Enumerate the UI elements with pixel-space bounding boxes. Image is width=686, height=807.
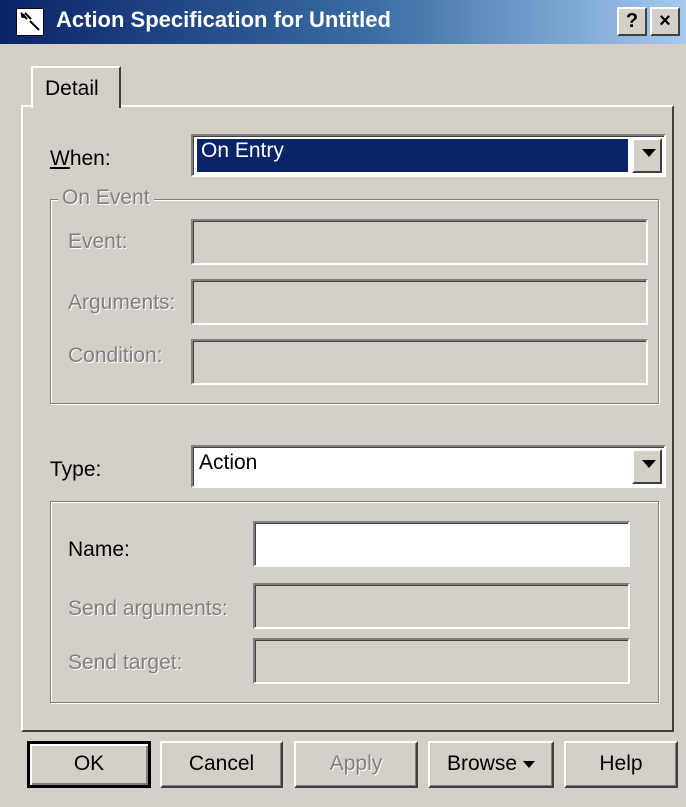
when-value: On Entry (201, 139, 284, 162)
action-spec-icon (16, 8, 44, 36)
tab-detail[interactable]: Detail (31, 66, 121, 108)
when-selected-value: On Entry (197, 139, 628, 172)
chevron-down-icon (642, 460, 656, 468)
when-label: When: (50, 147, 111, 170)
cancel-button[interactable]: Cancel (160, 741, 283, 788)
tab-detail-label: Detail (45, 77, 99, 100)
ok-button[interactable]: OK (27, 741, 151, 788)
event-label: Event: (68, 230, 128, 253)
send-arguments-field[interactable] (253, 583, 630, 629)
event-field[interactable] (191, 219, 648, 265)
when-dropdown-button[interactable] (632, 138, 662, 173)
type-label: Type: (50, 458, 102, 481)
condition-label: Condition: (68, 344, 163, 367)
arguments-label: Arguments: (68, 291, 176, 314)
browse-label: Browse (446, 752, 518, 775)
on-event-legend: On Event (58, 186, 154, 210)
window-title: Action Specification for Untitled (56, 7, 391, 32)
name-label: Name: (68, 538, 130, 561)
send-target-label: Send target: (68, 651, 183, 674)
arguments-field[interactable] (191, 279, 648, 325)
close-button[interactable]: × (650, 7, 680, 36)
type-select[interactable]: Action (191, 445, 666, 488)
send-target-field[interactable] (253, 638, 630, 684)
condition-field[interactable] (191, 339, 648, 385)
send-arguments-label: Send arguments: (68, 597, 228, 620)
apply-button[interactable]: Apply (294, 741, 418, 788)
type-value: Action (199, 451, 258, 474)
type-dropdown-button[interactable] (632, 449, 662, 484)
chevron-down-icon (642, 149, 656, 157)
when-label-rest: hen: (69, 147, 111, 170)
name-field[interactable] (253, 521, 630, 567)
chevron-down-icon (523, 760, 536, 768)
when-select[interactable]: On Entry (191, 134, 666, 177)
browse-button[interactable]: Browse (428, 741, 554, 788)
help-button[interactable]: Help (564, 741, 678, 788)
help-caption-button[interactable]: ? (617, 7, 647, 36)
